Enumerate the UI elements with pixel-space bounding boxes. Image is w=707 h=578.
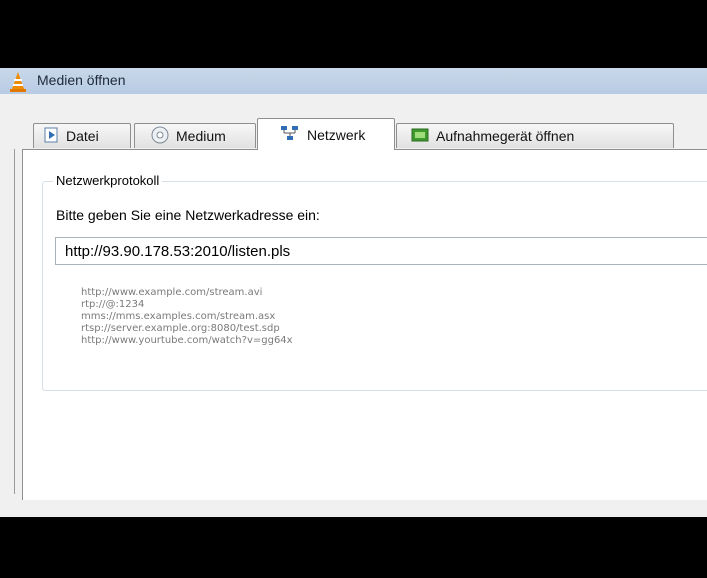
tab-medium[interactable]: Medium (134, 123, 256, 148)
tab-label: Datei (66, 128, 99, 144)
example-url: rtsp://server.example.org:8080/test.sdp (81, 323, 280, 334)
tab-label: Aufnahmegerät öffnen (436, 128, 575, 144)
titlebar: Medien öffnen (0, 68, 707, 94)
example-url: rtp://@:1234 (81, 299, 145, 310)
letterbox-bottom (0, 517, 707, 578)
tab-label: Medium (176, 128, 226, 144)
example-url: http://www.yourtube.com/watch?v=gg64x (81, 335, 293, 346)
dialog-left-border (14, 149, 15, 494)
file-icon (44, 127, 59, 146)
example-url: http://www.example.com/stream.avi (81, 287, 263, 298)
disc-icon (151, 126, 169, 147)
tab-datei[interactable]: Datei (33, 123, 131, 148)
network-icon (280, 125, 300, 144)
letterbox-top (0, 0, 707, 68)
tab-netzwerk[interactable]: Netzwerk (257, 118, 395, 150)
address-prompt: Bitte geben Sie eine Netzwerkadresse ein… (56, 207, 320, 223)
vlc-cone-icon (8, 71, 28, 93)
tab-aufnahmegeraet[interactable]: Aufnahmegerät öffnen (396, 123, 674, 148)
network-url-input[interactable] (55, 237, 707, 265)
tab-label: Netzwerk (307, 126, 366, 143)
capture-device-icon (411, 128, 429, 145)
url-examples: http://www.example.com/stream.avi rtp://… (81, 287, 293, 347)
group-label: Netzwerkprotokoll (53, 173, 163, 188)
example-url: mms://mms.examples.com/stream.asx (81, 311, 276, 322)
window-title: Medien öffnen (37, 72, 126, 88)
